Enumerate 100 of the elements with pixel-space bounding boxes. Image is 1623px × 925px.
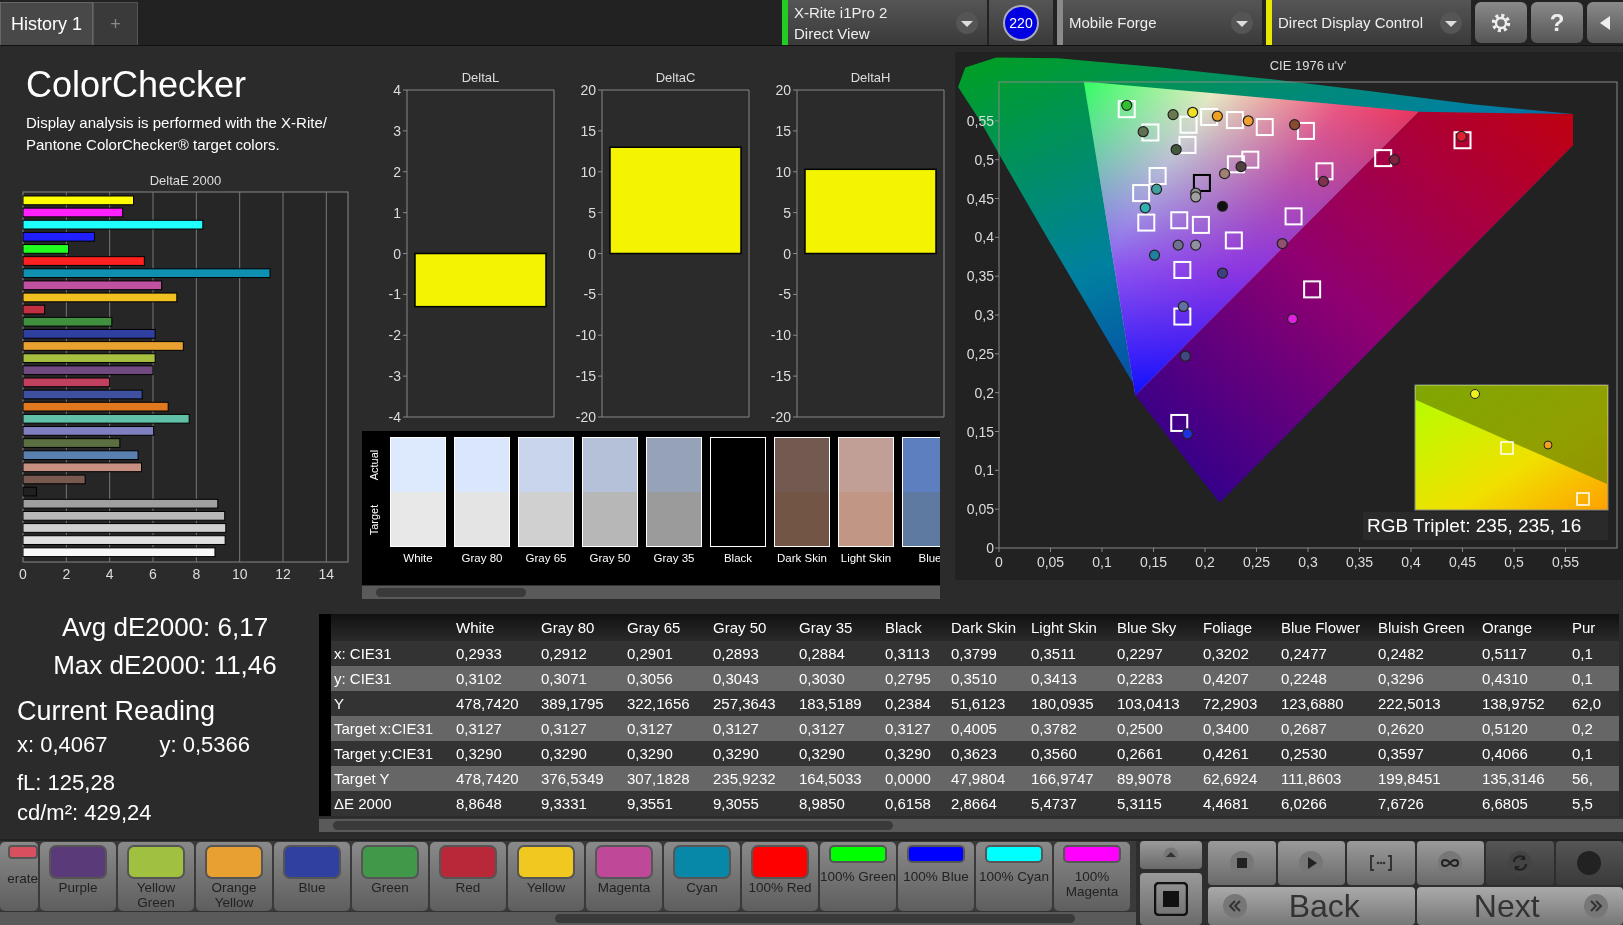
table-cell: 0,2482 <box>1375 641 1479 666</box>
stop-button[interactable] <box>1208 841 1276 885</box>
device-dropdown[interactable]: X-Rite i1Pro 2 Direct View <box>782 0 987 45</box>
table-cell: 0,3560 <box>1028 741 1114 766</box>
axis-tick-label: -10 <box>575 327 596 344</box>
patch-button[interactable]: Yellow <box>508 842 584 912</box>
table-cell: 0,2530 <box>1278 741 1375 766</box>
maximum-delta-e: Max dE2000: 11,46 <box>52 649 278 682</box>
table-cell: 0,3597 <box>1375 741 1479 766</box>
axis-tick-label: 4 <box>393 82 401 98</box>
axis-tick-label: 0 <box>588 245 596 262</box>
patch-button[interactable]: Orange Yellow <box>196 842 272 912</box>
scrollbar[interactable] <box>319 818 1623 832</box>
scrollbar[interactable] <box>362 585 940 599</box>
column-header: Blue Sky <box>1114 614 1200 641</box>
back-button[interactable] <box>1587 2 1623 43</box>
chart-title: DeltaH <box>850 70 891 85</box>
chart-title: DeltaL <box>461 70 500 85</box>
patch-button[interactable]: 100% Green <box>820 842 896 912</box>
axis-tick-label: -20 <box>770 409 791 425</box>
next-button[interactable]: Next <box>1416 887 1623 925</box>
table-cell: 0,4066 <box>1479 741 1569 766</box>
add-tab-button[interactable]: + <box>93 2 138 45</box>
tab[interactable]: History 1 <box>0 2 93 45</box>
row-header: y: CIE31 <box>331 666 453 691</box>
axis-tick-label: 0,3 <box>1298 554 1318 570</box>
table-cell: 257,3643 <box>710 691 796 716</box>
help-button[interactable]: ? <box>1531 2 1583 43</box>
patch-button[interactable]: 100% Blue <box>898 842 974 912</box>
patch-button[interactable]: 100% Red <box>742 842 818 912</box>
table-cell: 0,2477 <box>1278 641 1375 666</box>
axis-tick-label: -2 <box>388 327 401 344</box>
axis-tick-label: 5 <box>783 204 791 221</box>
table-cell: 199,8451 <box>1375 766 1479 791</box>
axis-tick-label: 4 <box>105 566 114 582</box>
stop-icon <box>1154 882 1188 916</box>
table-cell: 51,6123 <box>948 691 1028 716</box>
scrollbar[interactable] <box>0 911 1136 925</box>
patch-button[interactable]: Cyan <box>664 842 740 912</box>
description: Display analysis is performed with the X-Rite/ Pantone ColorChecker® target colors. <box>26 113 328 155</box>
column-header: Blue Flower <box>1278 614 1375 641</box>
patch-button[interactable]: 100% Cyan <box>976 842 1052 912</box>
axis-tick-label: 0,25 <box>1242 554 1271 570</box>
loop-button[interactable] <box>1416 841 1484 885</box>
table-cell: 164,5033 <box>796 766 882 791</box>
axis-tick-label: 15 <box>580 122 596 139</box>
table-cell: 0,2901 <box>624 641 710 666</box>
table-cell: 9,3331 <box>538 791 624 816</box>
table-cell: 7,6726 <box>1375 791 1479 816</box>
table-cell: 0,3071 <box>538 666 624 691</box>
double-chevron-left-icon <box>1222 893 1248 919</box>
patch-button[interactable]: Green <box>352 842 428 912</box>
table-cell: 0,2297 <box>1114 641 1200 666</box>
play-button[interactable] <box>1277 841 1345 885</box>
device-dropdown[interactable]: Mobile Forge <box>1057 0 1262 45</box>
column-header: Foliage <box>1200 614 1278 641</box>
table-cell: 0,1 <box>1569 666 1619 691</box>
patch-button[interactable]: erate <box>0 842 38 912</box>
table-cell: 0,2884 <box>796 641 882 666</box>
foot-lambert-reading: fL: 125,28 <box>16 769 116 797</box>
patch-button[interactable]: Blue <box>274 842 350 912</box>
axis-tick-label: 20 <box>775 82 791 98</box>
axis-tick-label: 0,5 <box>974 151 994 168</box>
device-dropdown[interactable]: Direct Display Control <box>1266 0 1471 45</box>
stop-button[interactable] <box>1140 873 1202 925</box>
axis-tick-label: 0,15 <box>966 423 994 440</box>
table-cell: 0,3400 <box>1200 716 1278 741</box>
settings-button[interactable] <box>1475 2 1527 43</box>
table-cell: 9,3551 <box>624 791 710 816</box>
patch-button[interactable]: Purple <box>40 842 116 912</box>
patch-button[interactable]: Magenta <box>586 842 662 912</box>
table-cell: 478,7420 <box>453 691 538 716</box>
patch-button[interactable]: 100% Magenta <box>1054 842 1130 912</box>
patch-button[interactable]: Yellow Green <box>118 842 194 912</box>
axis-tick-label: 3 <box>393 122 401 139</box>
axis-tick-label: 0,55 <box>966 112 994 129</box>
axis-tick-label: -15 <box>770 368 791 385</box>
table-cell: 0,3799 <box>948 641 1028 666</box>
axis-tick-label: -5 <box>583 286 596 303</box>
patch-button[interactable]: Red <box>430 842 506 912</box>
back-button[interactable]: Back <box>1208 887 1415 925</box>
bracket-button[interactable] <box>1347 841 1415 885</box>
table-cell: 4,4681 <box>1200 791 1278 816</box>
table-cell: 0,3413 <box>1028 666 1114 691</box>
axis-tick-label: 0,1 <box>1092 554 1112 570</box>
axis-tick-label: -1 <box>388 286 401 303</box>
axis-tick-label: 0,45 <box>1448 554 1477 570</box>
table-cell: 0,2384 <box>882 691 948 716</box>
average-delta-e: Avg dE2000: 6,17 <box>60 611 270 644</box>
table-cell: 6,0266 <box>1278 791 1375 816</box>
axis-tick-label: 0 <box>995 554 1003 570</box>
axis-tick-label: 15 <box>775 122 791 139</box>
chart-title: CIE 1976 u'v' <box>1269 58 1347 73</box>
axis-label: Actual <box>368 449 380 480</box>
row-header: Target Y <box>331 766 453 791</box>
row-header: ΔE 2000 <box>331 791 453 816</box>
axis-tick-label: 0,35 <box>1345 554 1374 570</box>
table-cell: 2,8664 <box>948 791 1028 816</box>
table-cell: 222,5013 <box>1375 691 1479 716</box>
chart-title: DeltaC <box>655 70 696 85</box>
